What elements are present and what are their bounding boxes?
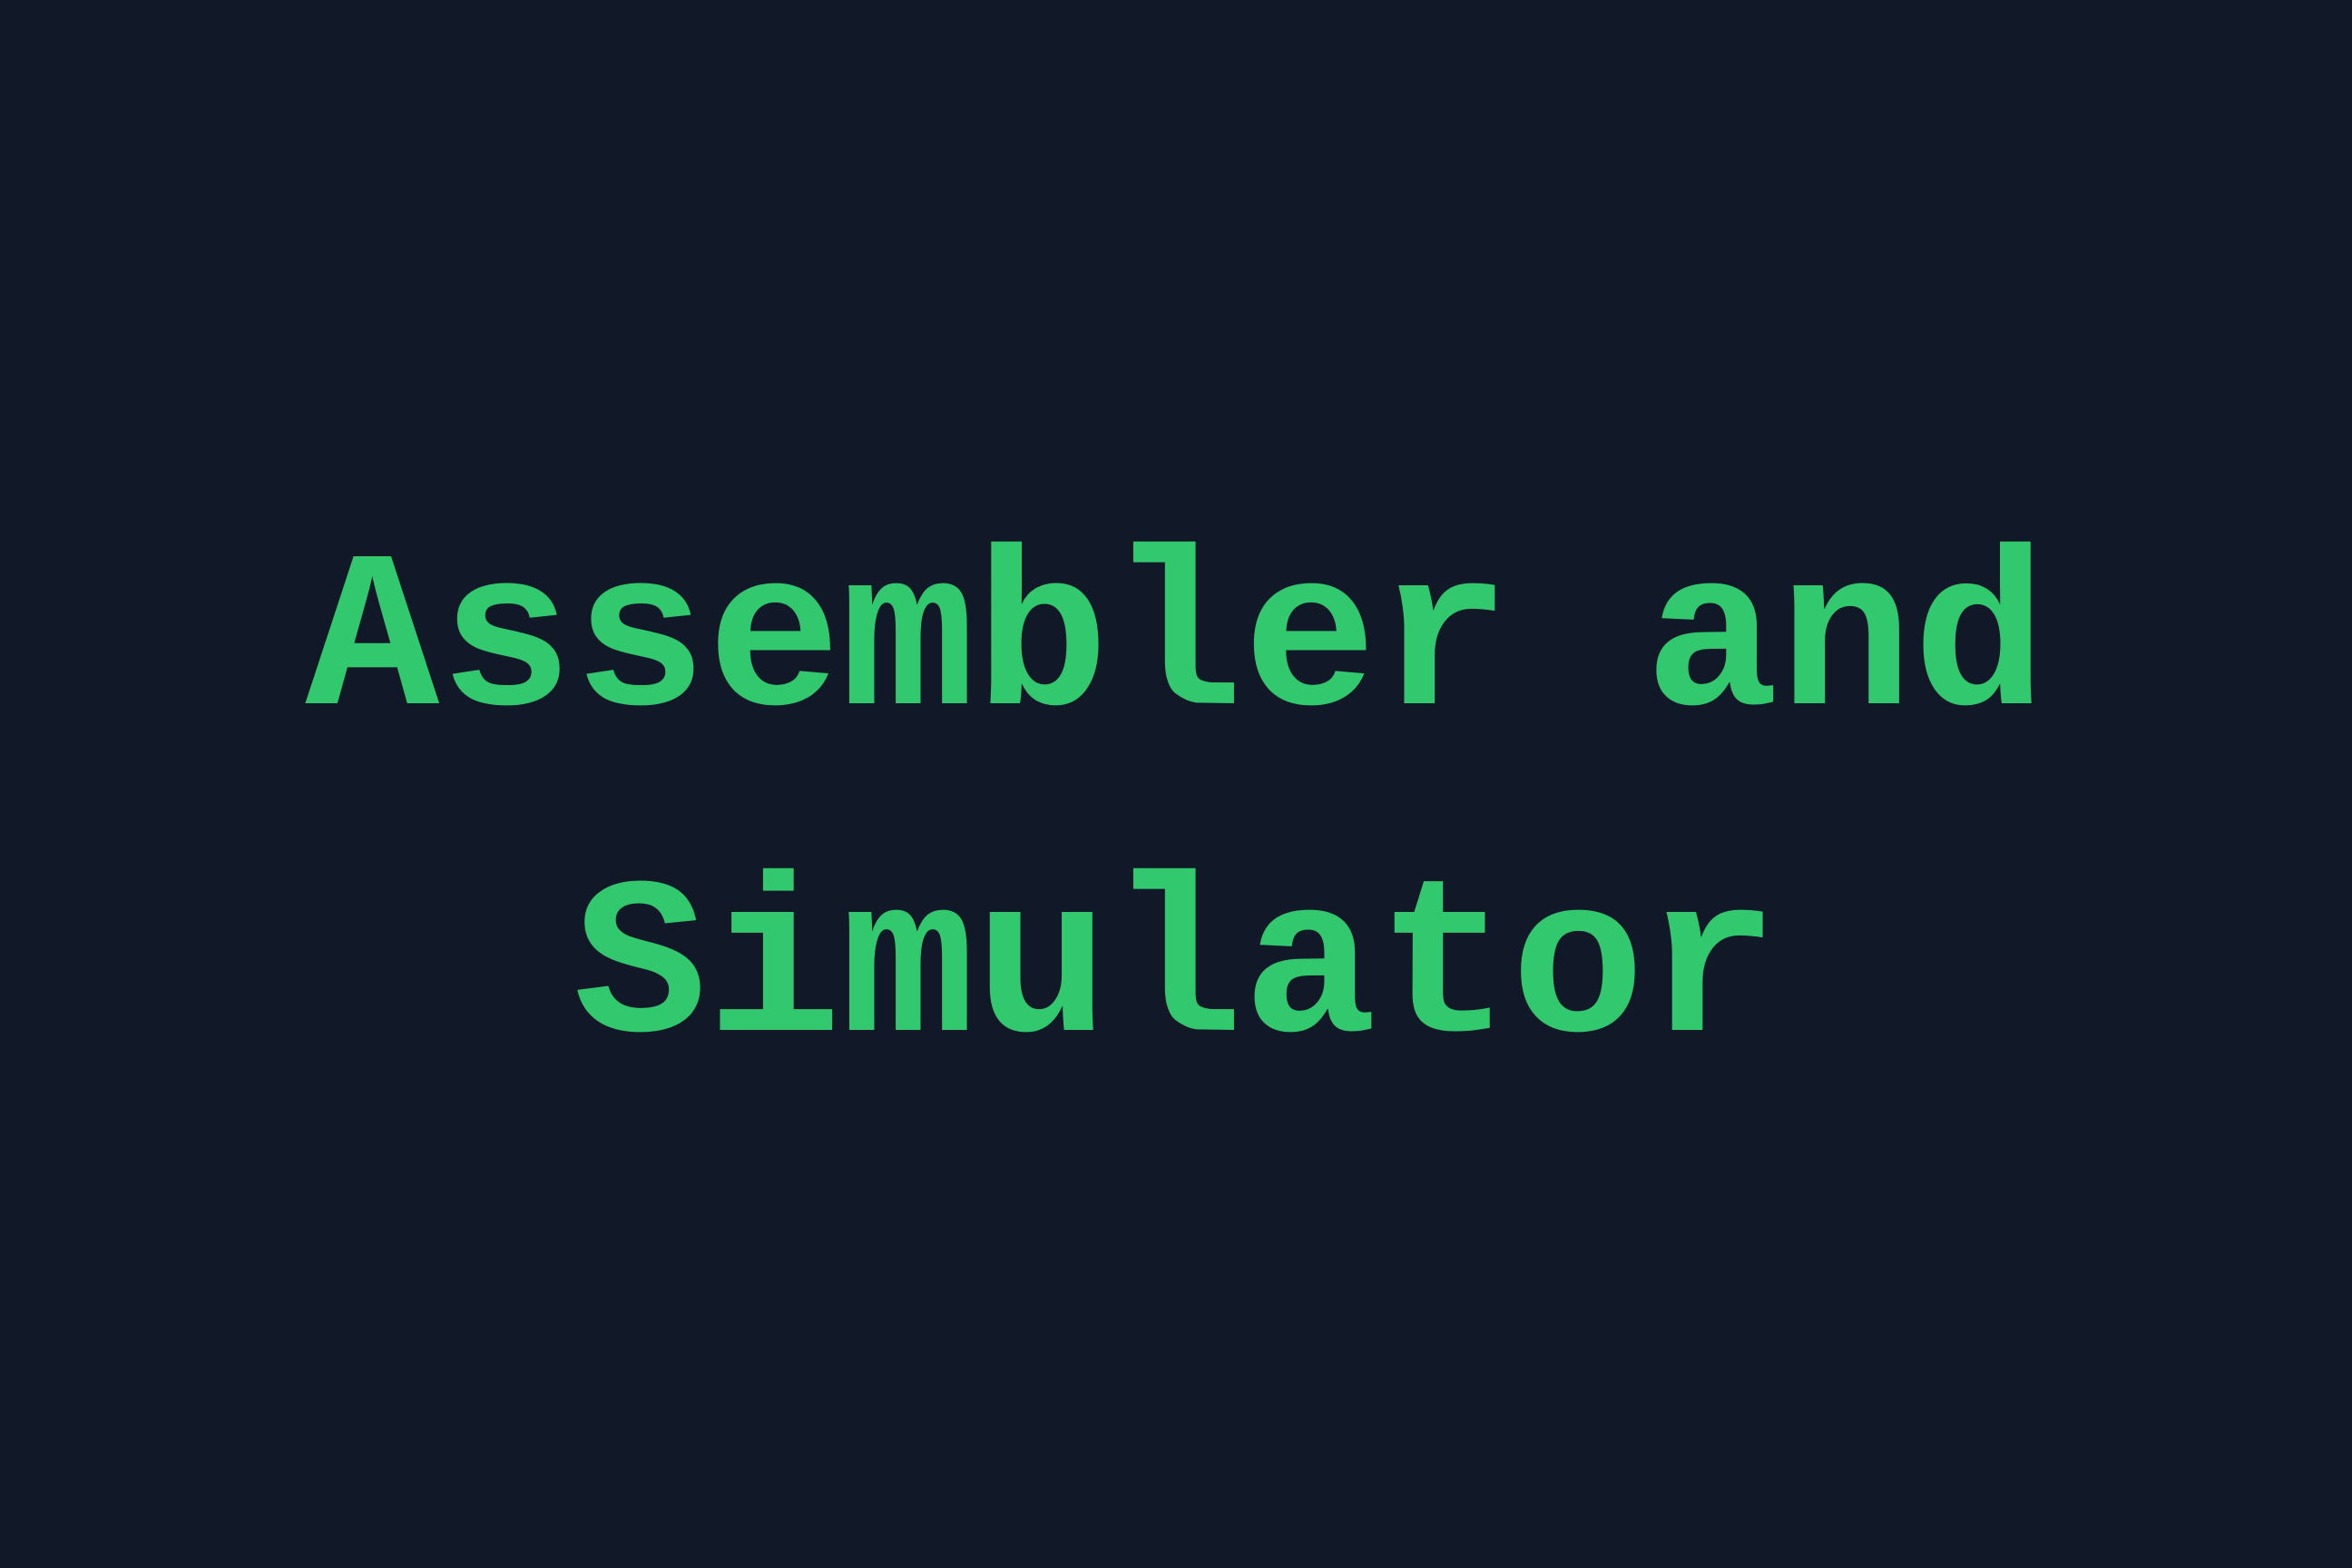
slide-title: Assembler and Simulator: [0, 481, 2352, 1134]
title-line-1: Assembler and: [305, 517, 2047, 770]
title-line-2: Simulator: [573, 844, 1779, 1097]
title-slide: Assembler and Simulator: [0, 0, 2352, 1568]
